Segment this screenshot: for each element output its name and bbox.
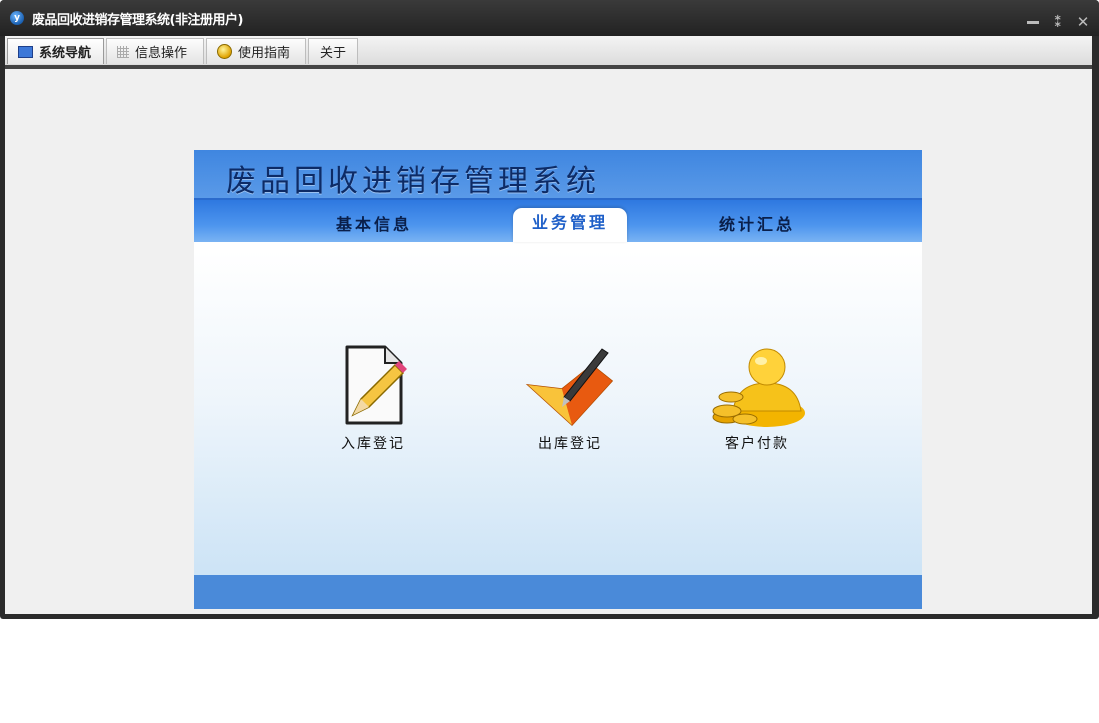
tab-business-mgmt[interactable]: 业务管理 (513, 208, 627, 242)
monitor-icon (18, 45, 33, 58)
navigation-panel: 废品回收进销存管理系统 基本信息 业务管理 统计汇总 入库登记 出库登记 客户付… (194, 150, 922, 609)
panel-tab-bar: 基本信息 业务管理 统计汇总 (194, 200, 922, 242)
menu-tab-system-nav[interactable]: 系统导航 (7, 38, 104, 64)
panel-title: 废品回收进销存管理系统 (226, 164, 600, 199)
title-bar[interactable]: y 废品回收进销存管理系统(非注册用户) ⁑ ✕ (0, 0, 1099, 36)
panel-header: 废品回收进销存管理系统 (194, 150, 922, 200)
app-window: y 废品回收进销存管理系统(非注册用户) ⁑ ✕ 系统导航 信息操作 使用指南 … (0, 0, 1099, 619)
tile-label: 出库登记 (538, 436, 602, 452)
menu-tab-label: 使用指南 (238, 46, 291, 61)
tile-stock-in[interactable]: 入库登记 (313, 345, 433, 453)
tab-statistics[interactable]: 统计汇总 (687, 210, 827, 242)
folder-pen-icon (522, 345, 618, 427)
tab-basic-info[interactable]: 基本信息 (304, 210, 444, 242)
window-title: 废品回收进销存管理系统(非注册用户) (32, 13, 243, 28)
pencil-document-icon (333, 345, 413, 427)
tile-label: 入库登记 (341, 436, 405, 452)
panel-footer (194, 575, 922, 609)
tile-label: 客户付款 (725, 436, 789, 452)
menu-tab-user-guide[interactable]: 使用指南 (206, 38, 306, 64)
window-controls: ⁑ ✕ (1021, 9, 1091, 31)
grid-icon (117, 45, 129, 58)
menu-tab-label: 信息操作 (135, 46, 188, 61)
restore-icon[interactable]: ⁑ (1050, 13, 1066, 31)
menu-tab-label: 关于 (319, 46, 346, 61)
menu-tab-label: 系统导航 (39, 46, 92, 61)
menu-tab-info-ops[interactable]: 信息操作 (106, 38, 204, 64)
tile-customer-payment[interactable]: 客户付款 (697, 345, 817, 453)
app-logo-icon: y (10, 11, 24, 25)
close-icon[interactable]: ✕ (1075, 13, 1091, 31)
help-icon (217, 44, 232, 59)
menu-tab-about[interactable]: 关于 (308, 38, 358, 64)
minimize-icon[interactable] (1025, 9, 1041, 27)
tile-stock-out[interactable]: 出库登记 (510, 345, 630, 453)
main-content: 废品回收进销存管理系统 基本信息 业务管理 统计汇总 入库登记 出库登记 客户付… (5, 69, 1092, 614)
user-coins-icon (707, 345, 807, 427)
menu-bar: 系统导航 信息操作 使用指南 关于 (5, 36, 1092, 69)
